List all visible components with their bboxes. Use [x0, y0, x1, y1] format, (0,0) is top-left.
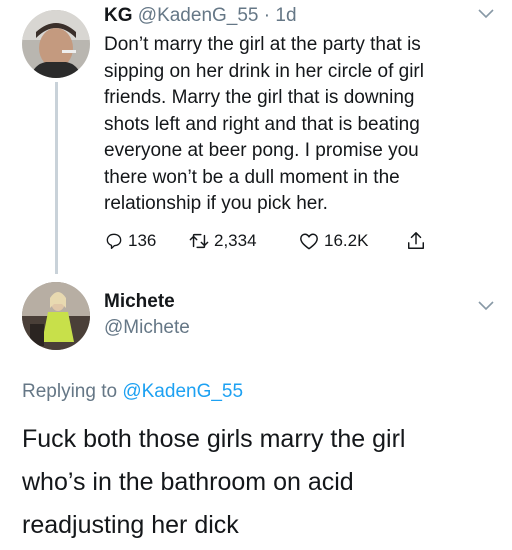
kg-avatar-image [22, 10, 90, 78]
like-icon [300, 233, 318, 250]
thread-connector [55, 82, 58, 274]
like-count: 16.2K [324, 231, 369, 250]
replying-to: Replying to @KadenG_55 [22, 380, 243, 404]
tweet1-line: everyone at beer pong. I promise you [104, 140, 419, 161]
tweet1-display-name[interactable]: KG [104, 5, 133, 26]
tweet1-line: there won’t be a dull moment in the [104, 166, 400, 188]
tweet1-line: shots left and right and that is beating [104, 113, 420, 135]
reply-count: 136 [128, 231, 157, 250]
tweet1-menu-chevron[interactable] [477, 8, 495, 20]
tweet1-actions: 136 2,334 16.2K [104, 229, 464, 253]
tweet1-line: friends. Marry the girl that is downing [104, 87, 415, 108]
chevron-down-icon [478, 301, 494, 311]
replying-mention-link[interactable]: @KadenG_55 [122, 381, 243, 402]
tweet2-handle[interactable]: @Michete [104, 316, 190, 340]
reply-icon [106, 233, 122, 249]
tweet2-menu-chevron[interactable] [477, 300, 495, 312]
tweet1-time[interactable]: 1d [275, 5, 296, 26]
retweet-icon [189, 233, 209, 249]
michete-avatar-image [22, 282, 90, 350]
retweet-button[interactable]: 2,334 [188, 229, 257, 253]
tweet1-line: sipping on her drink in her circle of gi… [104, 60, 424, 82]
tweet1-line: Don’t marry the girl at the party that i… [104, 34, 421, 55]
tweet2-line: who’s in the bathroom on acid [22, 468, 354, 496]
reply-button[interactable]: 136 [104, 229, 156, 253]
retweet-count: 2,334 [214, 231, 257, 250]
share-button[interactable] [406, 229, 430, 253]
tweet1-line: relationship if you pick her. [104, 193, 328, 214]
tweet2-display-name[interactable]: Michete [104, 290, 175, 314]
tweet1-header: KG @KadenG_55 · 1d [104, 3, 297, 29]
tweet2-text: Fuck both those girls marry the girl who… [22, 418, 492, 547]
chevron-down-icon [478, 9, 494, 19]
replying-prefix: Replying to [22, 381, 118, 402]
like-button[interactable]: 16.2K [298, 229, 368, 253]
tweet2-line: readjusting her dick [22, 511, 239, 539]
tweet1-separator: · [263, 5, 271, 26]
tweet1-text: Don’t marry the girl at the party that i… [104, 32, 484, 218]
share-icon [408, 232, 424, 249]
tweet1-handle[interactable]: @KadenG_55 [138, 5, 259, 26]
michete-avatar[interactable] [22, 282, 90, 350]
kg-avatar[interactable] [22, 10, 90, 78]
tweet2-line: Fuck both those girls marry the girl [22, 425, 406, 453]
